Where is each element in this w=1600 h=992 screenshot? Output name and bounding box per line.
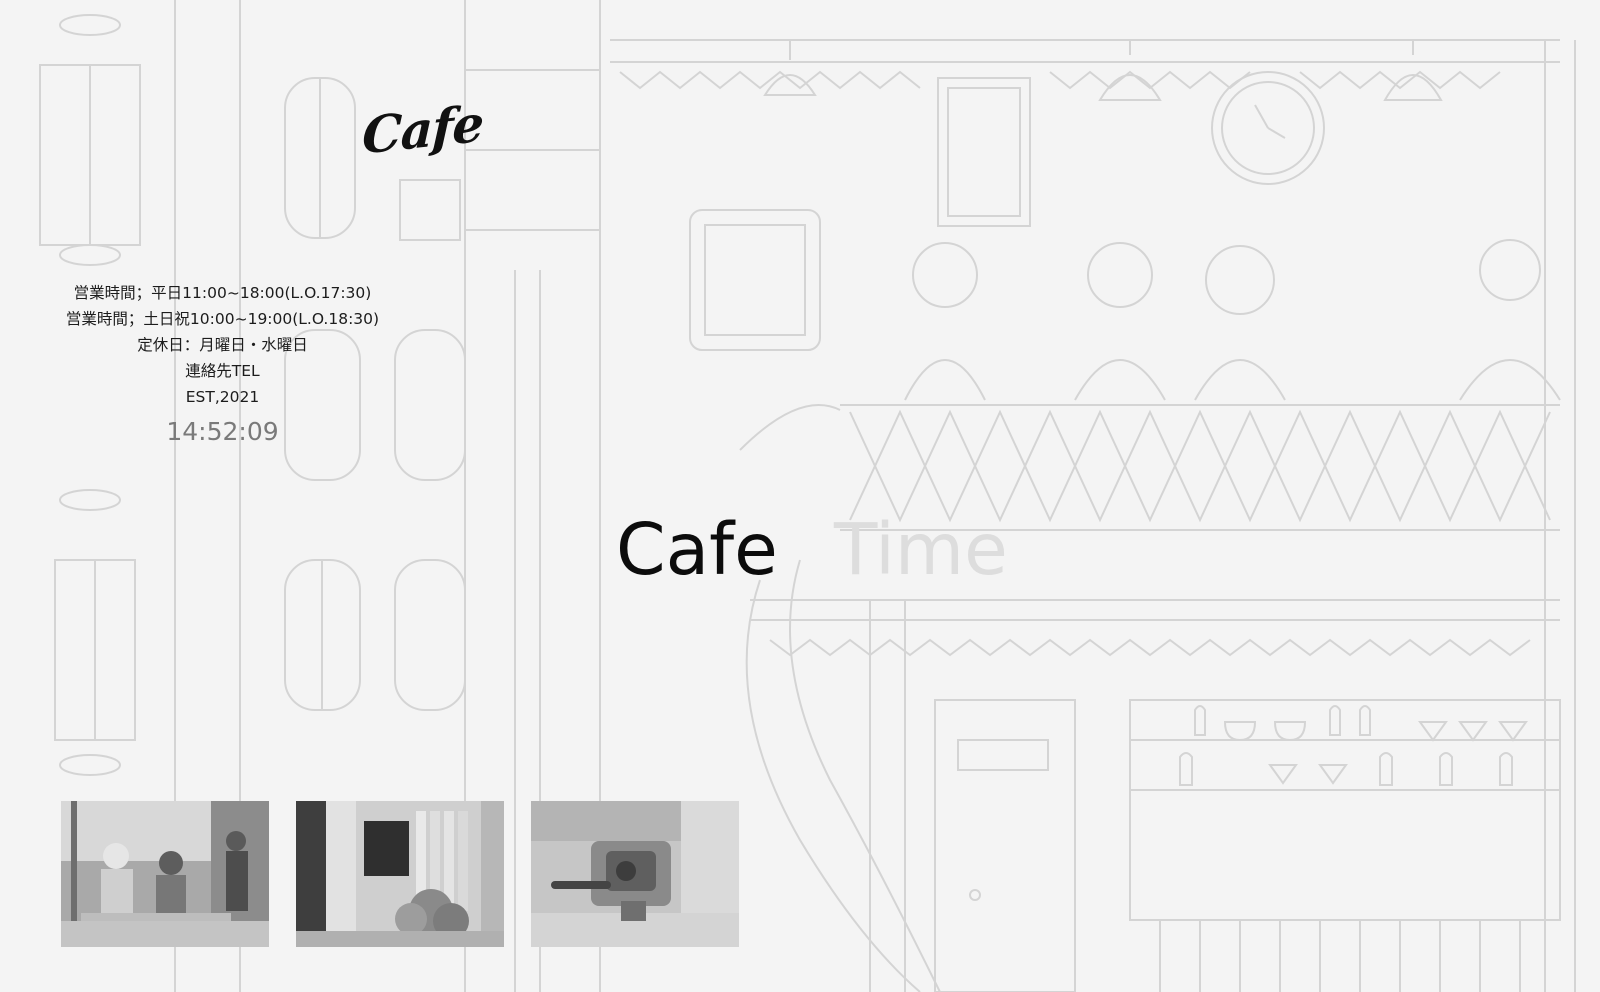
espresso-machine-photo[interactable] xyxy=(531,801,739,947)
store-info: 営業時間；平日11:00~18:00(L.O.17:30) 営業時間；土日祝10… xyxy=(45,285,400,447)
hero-word-cafe: Cafe xyxy=(616,508,778,591)
hero-title: Cafe Time xyxy=(616,508,1008,591)
contact-tel: 連絡先TEL xyxy=(185,362,260,380)
cafe-interior-photo[interactable] xyxy=(61,801,269,947)
closed-days: 定休日：月曜日・水曜日 xyxy=(137,336,308,354)
weekend-hours: 営業時間；土日祝10:00~19:00(L.O.18:30) xyxy=(65,310,380,328)
live-clock: 14:52:09 xyxy=(166,417,279,446)
established-year: EST,2021 xyxy=(185,388,260,406)
hero-word-time: Time xyxy=(834,508,1008,591)
weekday-hours: 営業時間；平日11:00~18:00(L.O.17:30) xyxy=(73,284,372,302)
cafe-storefront-photo[interactable] xyxy=(296,801,504,947)
